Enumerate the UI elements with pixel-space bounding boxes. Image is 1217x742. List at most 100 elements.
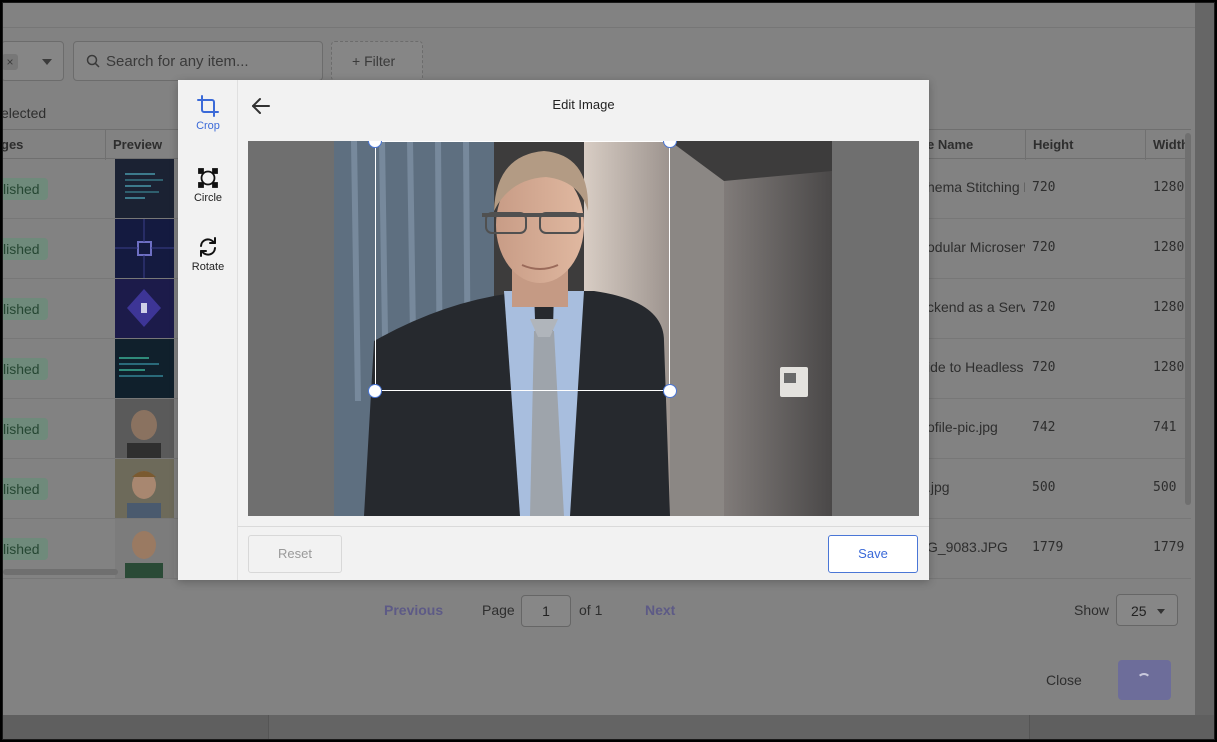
table-row[interactable]: odular Microserv 720 1280 — [927, 219, 1191, 279]
table-row[interactable]: .jpg 500 500 — [927, 459, 1191, 519]
search-input[interactable]: Search for any item... — [73, 41, 323, 81]
modal-header: Edit Image — [238, 80, 929, 130]
selected-count-text: elected — [2, 105, 47, 121]
status-badge: lished — [3, 418, 48, 440]
preview-thumbnail — [115, 399, 174, 458]
height-cell: 720 — [1032, 180, 1056, 195]
column-header-status[interactable]: ges — [3, 137, 23, 152]
width-cell: 1779 — [1153, 540, 1185, 555]
crop-selection-box[interactable] — [375, 141, 670, 391]
table-row[interactable]: lished — [3, 159, 181, 219]
preview-thumbnail — [115, 159, 174, 218]
height-cell: 1779 — [1032, 540, 1064, 555]
status-badge: lished — [3, 538, 48, 560]
crop-tool-button[interactable]: Crop — [178, 94, 238, 150]
per-page-select[interactable]: 25 — [1116, 594, 1178, 626]
table-header: ges Preview — [3, 129, 181, 160]
crop-handle-bottom-right[interactable] — [663, 384, 677, 398]
preview-thumbnail — [115, 219, 174, 278]
height-cell: 720 — [1032, 360, 1056, 375]
submit-loading-button[interactable] — [1118, 660, 1171, 700]
status-badge: lished — [3, 298, 48, 320]
close-button[interactable]: Close — [1046, 672, 1082, 688]
table-row[interactable]: ofile-pic.jpg 742 741 — [927, 399, 1191, 459]
type-filter-select[interactable]: × — [3, 41, 64, 81]
file-name-cell: ckend as a Serv — [927, 299, 1025, 315]
page-label: Page — [482, 602, 515, 618]
file-name-cell: hema Stitching F — [927, 179, 1025, 195]
table-row[interactable]: ckend as a Serv 720 1280 — [927, 279, 1191, 339]
save-button[interactable]: Save — [828, 535, 918, 573]
height-cell: 720 — [1032, 240, 1056, 255]
search-icon — [86, 54, 100, 68]
height-cell: 500 — [1032, 480, 1056, 495]
edit-image-modal: Crop Circle Rotate Edit Image Reset Save — [178, 80, 929, 580]
column-header-file-name[interactable]: e Name — [927, 137, 973, 152]
chevron-down-icon — [1157, 609, 1165, 614]
page-number-input[interactable]: 1 — [521, 595, 571, 627]
previous-page-button[interactable]: Previous — [384, 602, 443, 618]
status-badge: lished — [3, 178, 48, 200]
preview-thumbnail — [115, 339, 174, 398]
divider — [3, 27, 1195, 28]
width-cell: 1280 — [1153, 240, 1185, 255]
rotate-icon — [200, 237, 216, 257]
table-row[interactable]: lished — [3, 459, 181, 519]
preview-thumbnail — [115, 279, 174, 338]
rotate-tool-button[interactable]: Rotate — [178, 235, 238, 291]
table-row[interactable]: hema Stitching F 720 1280 — [927, 159, 1191, 219]
file-name-cell: .jpg — [927, 479, 950, 495]
width-cell: 1280 — [1153, 300, 1185, 315]
filter-label: Filter — [364, 53, 396, 69]
column-header-preview[interactable]: Preview — [113, 137, 162, 152]
table-row[interactable]: lished — [3, 399, 181, 459]
column-header-height[interactable]: Height — [1033, 137, 1073, 152]
preview-thumbnail — [115, 459, 174, 518]
filter-button[interactable]: + Filter — [331, 41, 423, 81]
file-name-cell: odular Microserv — [927, 239, 1025, 255]
circle-tool-button[interactable]: Circle — [178, 166, 238, 222]
table-row[interactable]: lished — [3, 219, 181, 279]
search-placeholder: Search for any item... — [106, 53, 249, 70]
modal-footer: Reset Save — [238, 526, 929, 580]
table-header: e Name Height Width — [927, 129, 1191, 160]
remove-chip-icon[interactable]: × — [3, 54, 18, 70]
rotate-tool-label: Rotate — [191, 261, 225, 273]
width-cell: 741 — [1153, 420, 1177, 435]
vertical-scrollbar[interactable] — [1185, 133, 1191, 505]
table-right-columns: e Name Height Width hema Stitching F 720 1… — [927, 129, 1191, 579]
status-badge: lished — [3, 238, 48, 260]
table-row[interactable]: ide to Headless 720 1280 — [927, 339, 1191, 399]
page-total-label: of 1 — [579, 602, 603, 618]
width-cell: 1280 — [1153, 180, 1185, 195]
file-name-cell: G_9083.JPG — [927, 539, 1008, 555]
circle-tool-label: Circle — [193, 192, 223, 204]
width-cell: 500 — [1153, 480, 1177, 495]
table-row[interactable]: G_9083.JPG 1779 1779 — [927, 519, 1191, 579]
table-left-columns: ges Preview lished lished lished lished — [3, 129, 181, 579]
file-name-cell: ofile-pic.jpg — [927, 419, 998, 435]
backdrop-gutter — [1195, 3, 1214, 715]
table-row[interactable]: lished — [3, 339, 181, 399]
spinner-icon — [1137, 673, 1151, 687]
backdrop-bottom — [3, 715, 1214, 739]
status-badge: lished — [3, 478, 48, 500]
image-editor-canvas[interactable] — [248, 141, 919, 516]
reset-button[interactable]: Reset — [248, 535, 342, 573]
horizontal-scrollbar[interactable] — [3, 569, 118, 575]
crop-tool-label: Crop — [196, 120, 220, 132]
tool-rail: Crop Circle Rotate — [178, 80, 238, 580]
crop-handle-bottom-left[interactable] — [368, 384, 382, 398]
column-header-width[interactable]: Width — [1153, 137, 1189, 152]
status-badge: lished — [3, 358, 48, 380]
per-page-value: 25 — [1131, 603, 1147, 619]
show-label: Show — [1074, 602, 1110, 618]
chevron-down-icon — [42, 59, 52, 65]
height-cell: 742 — [1032, 420, 1056, 435]
table-row[interactable]: lished — [3, 279, 181, 339]
file-name-cell: ide to Headless — [927, 359, 1024, 375]
width-cell: 1280 — [1153, 360, 1185, 375]
next-page-button[interactable]: Next — [645, 602, 675, 618]
preview-thumbnail — [115, 519, 174, 578]
crop-icon — [197, 95, 219, 117]
